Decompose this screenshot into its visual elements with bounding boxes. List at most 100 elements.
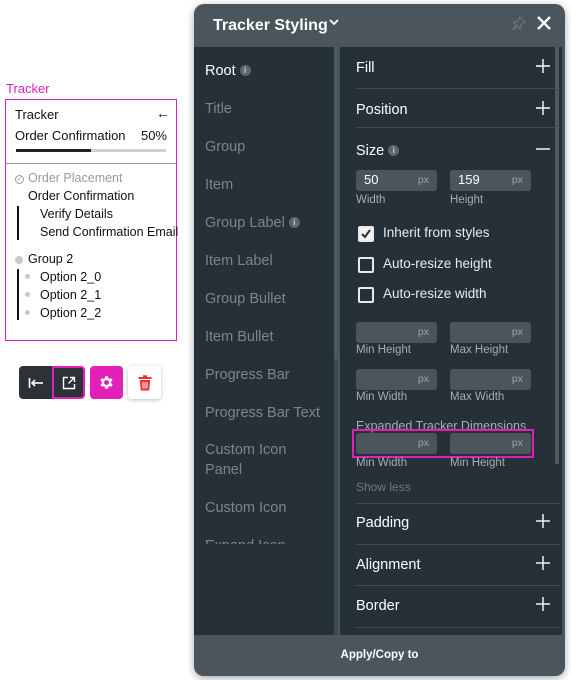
sidebar-item-group-bullet[interactable]: Group Bullet [205, 289, 325, 309]
plus-icon[interactable] [536, 556, 550, 570]
properties-scrollbar[interactable] [555, 47, 559, 464]
settings-button[interactable] [90, 366, 123, 399]
height-input[interactable]: 159 px [450, 170, 531, 191]
plus-icon[interactable] [536, 101, 550, 115]
tracker-item-completed[interactable]: ✓ Order Placement [15, 171, 122, 185]
sidebar-item-root[interactable]: Root i [205, 61, 325, 81]
max-height-label: Max Height [450, 344, 509, 356]
sidebar-item-custom-icon[interactable]: Custom Icon [205, 498, 325, 518]
apply-copy-button[interactable]: Apply/Copy to [194, 649, 565, 661]
item-label: Order Placement [28, 171, 123, 185]
section-border[interactable]: Border [356, 598, 400, 614]
plus-icon[interactable] [536, 597, 550, 611]
plus-icon[interactable] [536, 514, 550, 528]
sidebar-item-custom-icon-panel[interactable]: Custom Icon Panel [205, 440, 325, 480]
unit-label: px [511, 326, 523, 338]
item-bullet-icon [25, 310, 30, 315]
minus-icon[interactable] [536, 142, 550, 156]
panel-footer: Apply/Copy to [194, 635, 565, 676]
unit-label: px [417, 373, 429, 385]
min-height-input[interactable]: px [356, 322, 437, 343]
sidebar-scrollbar[interactable] [334, 47, 338, 359]
plus-icon[interactable] [536, 59, 550, 73]
collapse-left-icon [28, 377, 43, 388]
close-icon[interactable] [535, 14, 553, 32]
max-width-input[interactable]: px [450, 369, 531, 390]
max-width-label: Max Width [450, 391, 505, 403]
auto-height-checkbox[interactable] [358, 257, 374, 273]
tracker-preview[interactable]: Tracker ← Order Confirmation 50% ✓ Order … [5, 99, 178, 341]
info-icon[interactable]: i [388, 145, 400, 156]
sidebar-item-title[interactable]: Title [205, 99, 325, 119]
inherit-label[interactable]: Inherit from styles [383, 225, 490, 240]
check-circle-icon: ✓ [15, 175, 24, 184]
tracker-subitem[interactable]: Send Confirmation Email [40, 225, 178, 239]
divider [6, 163, 176, 164]
sidebar-item-label: Group Label [205, 215, 285, 231]
sidebar-item-expand-icon[interactable]: Expand Icon [205, 536, 325, 544]
min-width-label: Min Width [356, 391, 408, 403]
expanded-min-height-label: Min Height [450, 457, 505, 469]
min-width-input[interactable]: px [356, 369, 437, 390]
unit-label: px [417, 174, 429, 186]
auto-width-label[interactable]: Auto-resize width [383, 286, 487, 301]
chevron-down-icon[interactable] [328, 16, 340, 28]
gear-icon [100, 376, 113, 389]
max-height-input[interactable]: px [450, 322, 531, 343]
sidebar-item-group[interactable]: Group [205, 137, 325, 157]
unit-label: px [511, 373, 523, 385]
tracker-option[interactable]: Option 2_2 [40, 306, 101, 320]
progress-bar [16, 149, 166, 152]
highlight-box [352, 429, 534, 458]
item-bullet-icon [25, 274, 30, 279]
external-link-icon [62, 376, 75, 389]
panel-title[interactable]: Tracker Styling [213, 17, 328, 35]
progress-percent: 50% [140, 128, 167, 143]
section-alignment[interactable]: Alignment [356, 557, 420, 573]
sidebar-item-progress-bar-text[interactable]: Progress Bar Text [205, 403, 325, 423]
current-step-label: Order Confirmation [15, 128, 126, 143]
divider [356, 127, 560, 128]
element-toolbar [19, 366, 161, 399]
sidebar-item-item-label[interactable]: Item Label [205, 251, 325, 271]
sidebar-item-group-label[interactable]: Group Label i [205, 213, 325, 233]
sidebar-item-item-bullet[interactable]: Item Bullet [205, 327, 325, 347]
info-icon[interactable]: i [239, 65, 251, 76]
group-line [17, 269, 19, 320]
tracker-option[interactable]: Option 2_1 [40, 288, 101, 302]
tracker-item-current[interactable]: Order Confirmation [28, 189, 134, 203]
open-external-button[interactable] [52, 366, 85, 399]
show-less-link[interactable]: Show less [356, 480, 411, 494]
width-input[interactable]: 50 px [356, 170, 437, 191]
trash-icon [138, 374, 151, 390]
expanded-min-width-label: Min Width [356, 457, 408, 469]
section-fill[interactable]: Fill [356, 60, 375, 76]
pin-icon[interactable] [512, 16, 526, 30]
inherit-checkbox[interactable] [358, 226, 374, 242]
group-bullet-icon [15, 256, 23, 264]
item-bullet-icon [25, 292, 30, 297]
divider [356, 627, 560, 628]
section-position[interactable]: Position [356, 102, 408, 118]
delete-button[interactable] [128, 366, 161, 399]
tracker-option[interactable]: Option 2_0 [40, 270, 101, 284]
height-label: Height [450, 194, 484, 206]
tracker-group[interactable]: Group 2 [28, 252, 73, 266]
arrow-left-icon[interactable]: ← [156, 105, 170, 121]
section-size[interactable]: Size i [356, 143, 400, 159]
unit-label: px [417, 326, 429, 338]
divider [356, 503, 560, 504]
auto-width-checkbox[interactable] [358, 287, 374, 303]
collapse-left-button[interactable] [19, 366, 52, 399]
tracker-subitem[interactable]: Verify Details [40, 207, 113, 221]
section-padding[interactable]: Padding [356, 515, 409, 531]
sidebar-item-progress-bar[interactable]: Progress Bar [205, 365, 325, 385]
progress-bar-fill [16, 149, 91, 152]
info-icon[interactable]: i [288, 217, 300, 228]
style-properties: Fill Position Size i 50 px Width 159 px Hei… [340, 47, 562, 635]
tracker-title: Tracker [15, 107, 59, 122]
sidebar-item-item[interactable]: Item [205, 175, 325, 195]
auto-height-label[interactable]: Auto-resize height [383, 256, 492, 271]
width-label: Width [356, 194, 386, 206]
divider [356, 88, 560, 89]
